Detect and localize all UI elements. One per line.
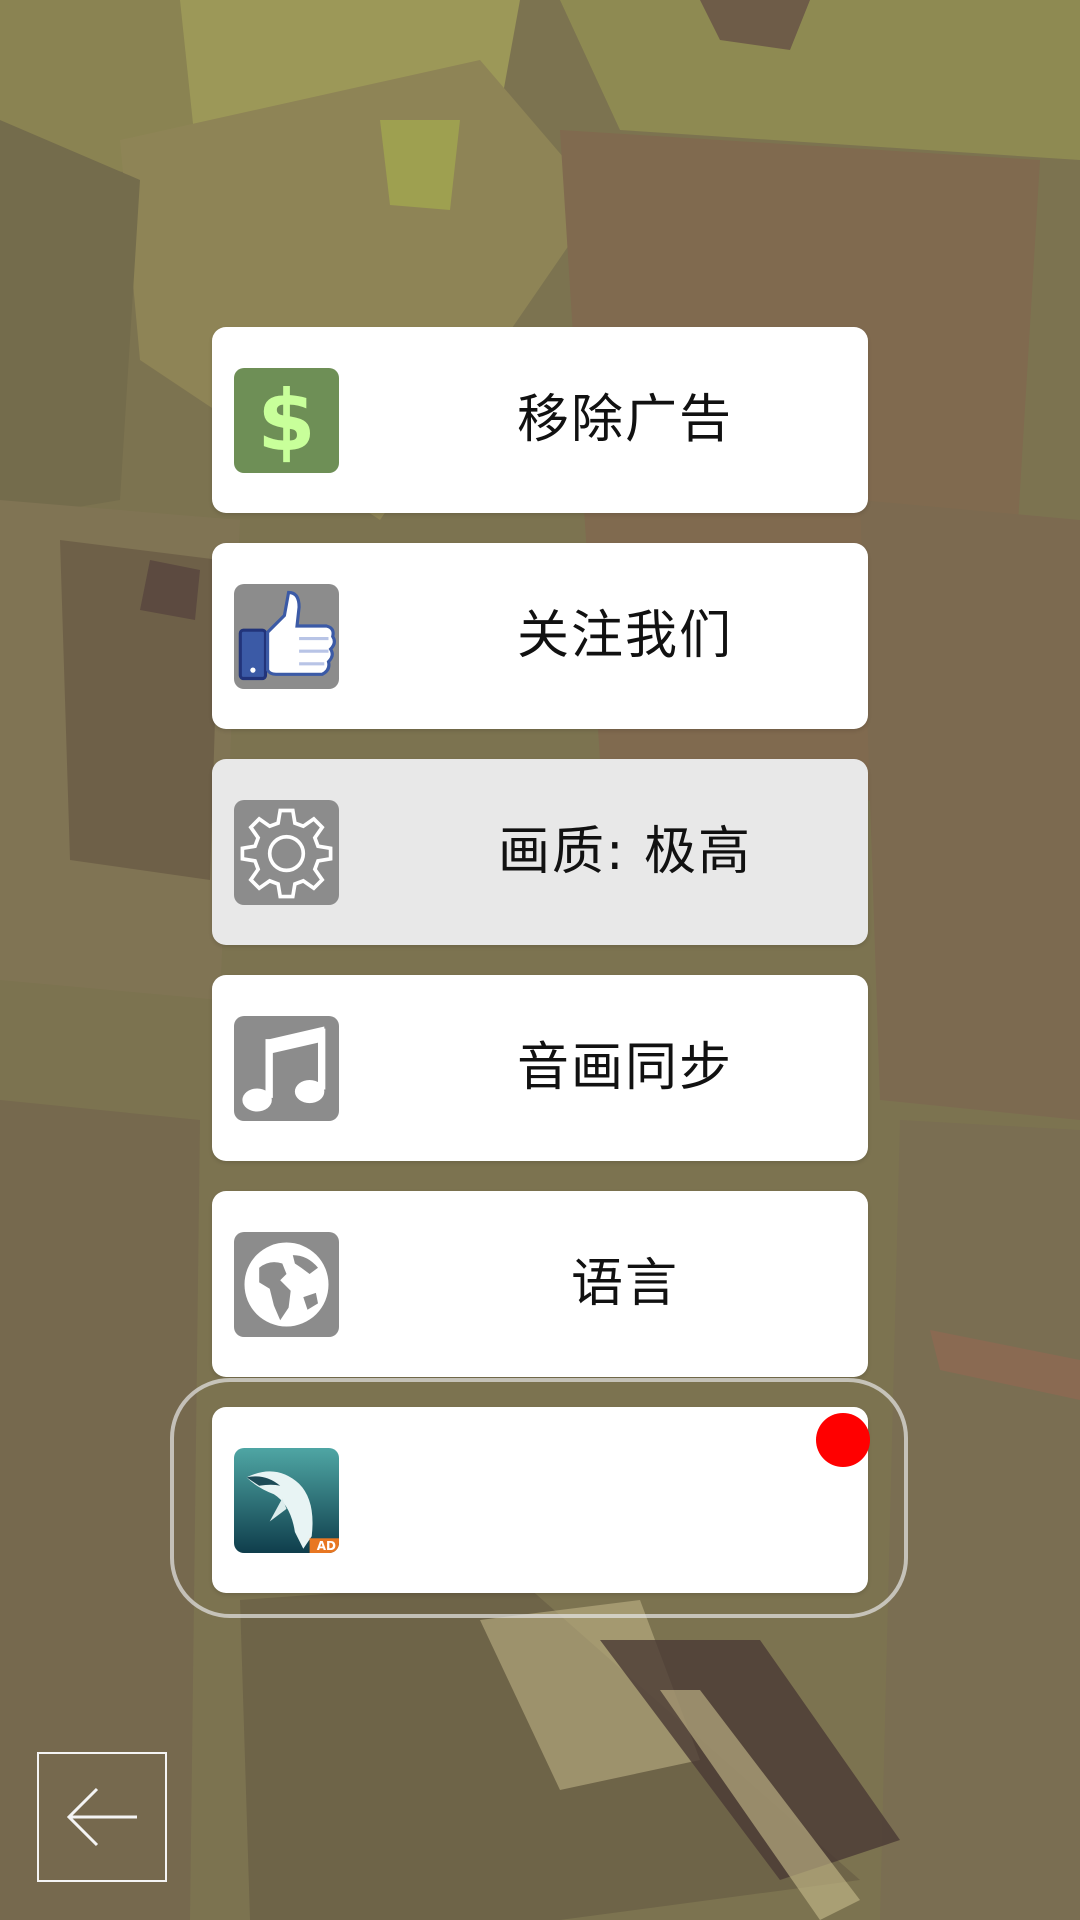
thumbs-up-icon [234, 584, 339, 689]
music-note-icon [234, 1016, 339, 1121]
back-button[interactable] [37, 1752, 167, 1882]
gear-icon [234, 800, 339, 905]
language-button[interactable]: 语言 [212, 1191, 868, 1377]
game-background [0, 0, 1080, 1920]
graphics-quality-button[interactable]: 画质: 极高 [212, 759, 868, 945]
ad-button[interactable]: AD [212, 1407, 870, 1593]
audio-sync-label: 音画同步 [516, 1038, 733, 1098]
remove-ads-button[interactable]: $ 移除广告 [212, 327, 868, 513]
dollar-icon: $ [234, 368, 339, 473]
remove-ads-label: 移除广告 [516, 390, 733, 450]
follow-us-label: 关注我们 [516, 606, 733, 666]
language-label: 语言 [570, 1254, 679, 1314]
arrow-left-icon [66, 1787, 137, 1847]
globe-icon [234, 1232, 339, 1337]
svg-text:$: $ [257, 372, 315, 470]
ad-badge: AD [316, 1539, 336, 1553]
audio-sync-button[interactable]: 音画同步 [212, 975, 868, 1161]
graphics-quality-label: 画质: 极高 [497, 822, 753, 882]
follow-us-button[interactable]: 关注我们 [212, 543, 868, 729]
notification-dot [816, 1413, 870, 1467]
whale-ad-icon: AD [234, 1448, 339, 1553]
